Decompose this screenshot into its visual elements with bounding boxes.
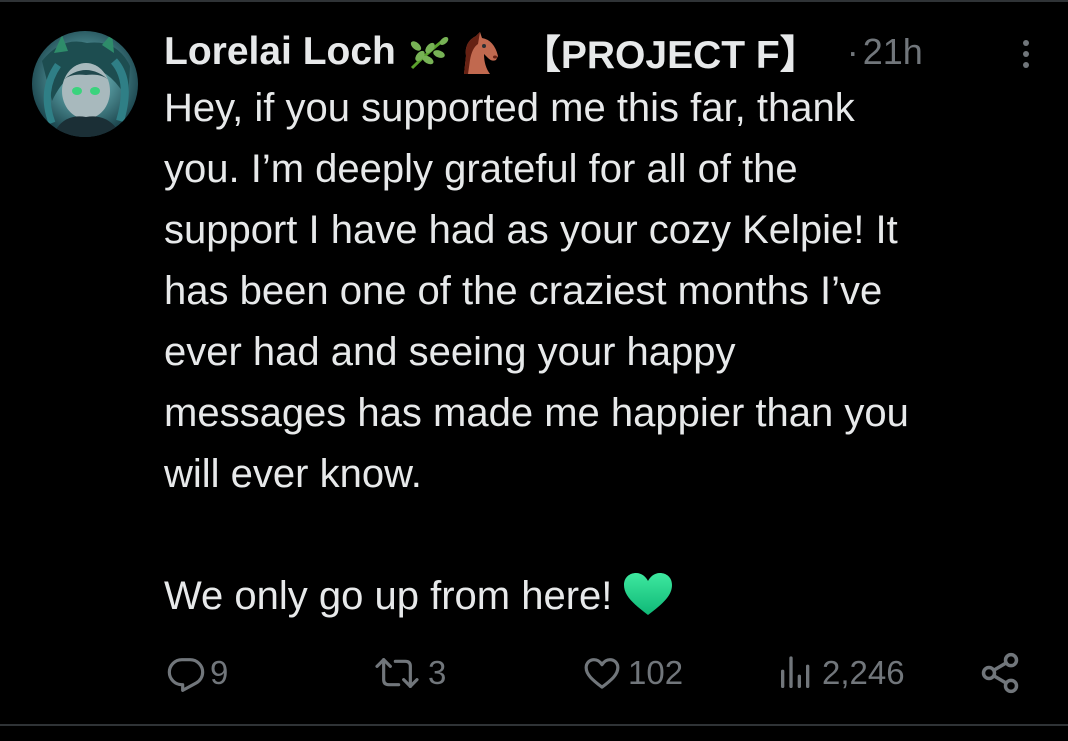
- herb-emoji-icon: [406, 32, 452, 72]
- tweet-text: Hey, if you supported me this far, thank…: [164, 78, 1044, 635]
- views-icon: [781, 656, 810, 688]
- timestamp[interactable]: 21h: [863, 31, 923, 73]
- more-options-button[interactable]: [1012, 36, 1040, 72]
- tweet-text-line: will ever know.: [164, 452, 422, 496]
- tweet-text-line: messages has made me happier than you: [164, 391, 909, 435]
- top-divider: [0, 0, 1068, 2]
- views-button[interactable]: 2,246: [774, 645, 905, 701]
- views-count: 2,246: [822, 654, 905, 691]
- more-icon: [1023, 40, 1029, 68]
- like-count: 102: [628, 654, 684, 691]
- repost-icon: [375, 658, 419, 688]
- horse-emoji-icon: [454, 30, 502, 74]
- tweet-actions: 9 3 102 2,246: [0, 645, 1068, 701]
- repost-count: 3: [428, 654, 447, 691]
- bottom-divider: [0, 724, 1068, 726]
- reply-count: 9: [210, 654, 229, 691]
- separator-dot: ·: [846, 31, 859, 72]
- closing-line: We only go up from here!: [164, 566, 1044, 635]
- display-name[interactable]: Lorelai Loch: [164, 30, 396, 74]
- tweet-text-line: ever had and seeing your happy: [164, 330, 736, 374]
- like-icon: [584, 658, 620, 689]
- like-button[interactable]: 102: [580, 645, 683, 701]
- reply-button[interactable]: 9: [166, 645, 228, 701]
- repost-button[interactable]: 3: [370, 645, 446, 701]
- green-heart-emoji-icon: [622, 571, 674, 635]
- tweet-text-line: you. I’m deeply grateful for all of the: [164, 147, 798, 191]
- tweet-text-line: support I have had as your cozy Kelpie! …: [164, 208, 898, 252]
- project-tag: 【PROJECT F】: [521, 34, 819, 77]
- share-icon: [981, 652, 1019, 694]
- tweet-text-line: Hey, if you supported me this far, thank: [164, 86, 855, 130]
- tweet-text-line: has been one of the craziest months I’ve: [164, 269, 883, 313]
- avatar[interactable]: [32, 31, 138, 137]
- reply-icon: [167, 658, 205, 692]
- share-button[interactable]: [978, 645, 1022, 701]
- tweet-header: Lorelai Loch 【PROJECT F】 · 21h: [164, 26, 923, 78]
- closing-text: We only go up from here!: [164, 574, 613, 618]
